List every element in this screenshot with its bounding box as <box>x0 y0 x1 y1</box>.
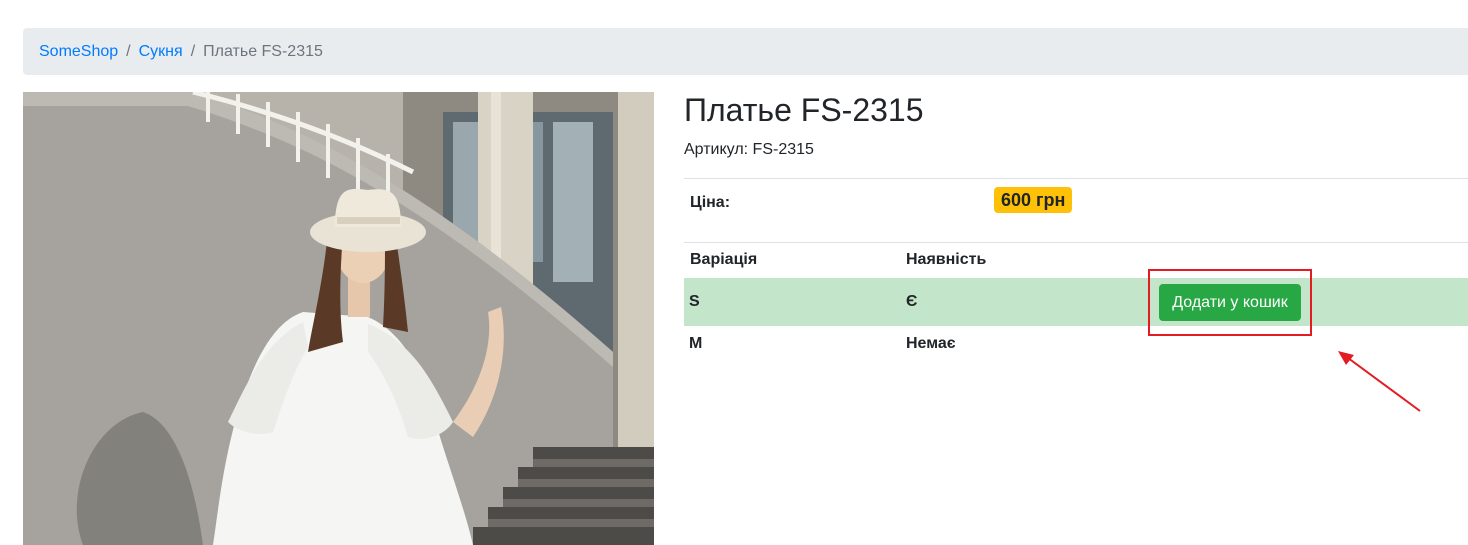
price-badge: 600 грн <box>994 187 1073 213</box>
breadcrumb-current: Платье FS-2315 <box>203 42 323 60</box>
product-title: Платье FS-2315 <box>684 92 924 128</box>
divider <box>684 178 1468 179</box>
annotation-arrow-icon <box>1338 351 1421 412</box>
breadcrumb-link-category[interactable]: Сукня <box>139 43 183 61</box>
column-header-variation: Варіація <box>690 251 758 268</box>
divider <box>684 242 1468 243</box>
breadcrumb-link-home[interactable]: SomeShop <box>39 43 118 61</box>
availability-status: Немає <box>906 335 956 352</box>
variation-size: M <box>689 335 703 352</box>
breadcrumb-separator: / <box>126 42 131 60</box>
product-sku: Артикул: FS-2315 <box>684 141 814 158</box>
availability-status: Є <box>906 293 918 310</box>
breadcrumb-separator: / <box>190 42 196 60</box>
breadcrumb: SomeShop / Сукня / Платье FS-2315 <box>23 28 1468 75</box>
column-header-availability: Наявність <box>906 251 987 268</box>
variation-size: S <box>689 293 700 310</box>
table-row <box>684 278 1468 326</box>
annotation-highlight-box <box>1148 269 1312 336</box>
price-label: Ціна: <box>690 194 731 211</box>
product-photo[interactable] <box>23 92 654 545</box>
